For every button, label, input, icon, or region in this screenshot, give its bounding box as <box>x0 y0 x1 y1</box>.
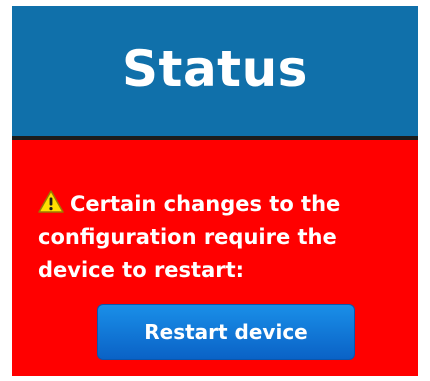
page-title: Status <box>122 40 308 98</box>
status-panel: Status Certain changes to the configurat… <box>12 6 418 376</box>
alert-message: Certain changes to the configuration req… <box>38 192 341 282</box>
warning-icon <box>38 190 64 213</box>
status-header: Status <box>12 6 418 136</box>
restart-alert: Certain changes to the configuration req… <box>12 140 418 376</box>
restart-device-button[interactable]: Restart device <box>97 304 355 360</box>
alert-text-block: Certain changes to the configuration req… <box>38 188 408 287</box>
